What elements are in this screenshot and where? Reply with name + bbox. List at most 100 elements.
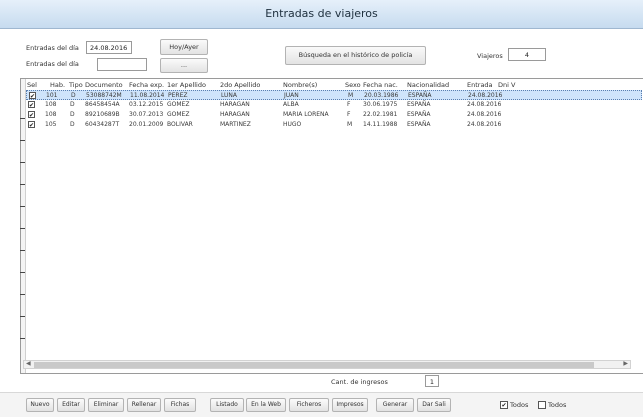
todos-checkbox-2[interactable] xyxy=(538,401,546,409)
cell-fecha-exp: 30.07.2013 xyxy=(129,111,164,118)
entradas-date-input[interactable]: 24.08.2016 xyxy=(86,41,132,54)
cell-fecha-nac: 14.11.1988 xyxy=(363,121,398,128)
cell-fecha-nac: 30.06.1975 xyxy=(363,101,398,108)
en-la-web-button[interactable]: En la Web xyxy=(246,398,286,412)
rellenar-button[interactable]: Rellenar xyxy=(127,398,161,412)
cell-nombre: HUGO xyxy=(283,121,302,128)
reservas-browse-button[interactable]: ... xyxy=(160,58,208,73)
todos-label-1: Todos xyxy=(510,401,529,409)
cell-hab: 108 xyxy=(45,111,57,118)
column-header-documento[interactable]: Documento xyxy=(85,81,123,89)
cell-apellido1: BOLIVAR xyxy=(167,121,193,128)
table-row[interactable]: ✔ 108 D 86458454A 03.12.2015 GOMEZ HARAG… xyxy=(26,100,642,110)
row-checkbox[interactable]: ✔ xyxy=(28,101,35,109)
viajeros-count-field[interactable]: 4 xyxy=(508,48,546,61)
column-header-sel[interactable]: Sel xyxy=(27,81,37,89)
cell-documento: 86458454A xyxy=(85,101,120,108)
cell-fecha-exp: 20.01.2009 xyxy=(129,121,164,128)
table-row[interactable]: ✔ 108 D 89210689B 30.07.2013 GOMEZ HARAG… xyxy=(26,110,642,120)
column-header-hab[interactable]: Hab. xyxy=(50,81,65,89)
fichas-button[interactable]: Fichas xyxy=(164,398,196,412)
cell-fecha-nac: 20.03.1986 xyxy=(364,92,399,99)
row-divider xyxy=(20,338,25,339)
cell-nombre: ALBA xyxy=(283,101,299,108)
cell-apellido1: GOMEZ xyxy=(167,101,190,108)
column-header-nombre[interactable]: Nombre(s) xyxy=(283,81,317,89)
row-checkbox[interactable]: ✔ xyxy=(28,121,35,129)
row-divider xyxy=(20,250,25,251)
nuevo-button[interactable]: Nuevo xyxy=(26,398,54,412)
table-row[interactable]: ✔ 105 D 60434287T 20.01.2009 BOLIVAR MAR… xyxy=(26,120,642,130)
cell-apellido1: GOMEZ xyxy=(167,111,190,118)
cell-sexo: M xyxy=(348,92,354,99)
window-title: Entradas de viajeros xyxy=(265,7,378,20)
table-row[interactable]: ✔ 101 D 53088742M 11.08.2014 PEREZ LUNA … xyxy=(26,90,642,100)
row-divider xyxy=(20,206,25,207)
historico-policia-button[interactable]: Búsqueda en el histórico de policía xyxy=(285,46,426,65)
cell-tipo: D xyxy=(70,111,75,118)
cell-nacionalidad: ESPAÑA xyxy=(407,121,431,128)
travelers-grid: Sel Hab. Tipo Documento Fecha exp. 1er A… xyxy=(20,78,643,374)
cell-tipo: D xyxy=(70,121,75,128)
cell-hab: 108 xyxy=(45,101,57,108)
cell-documento: 60434287T xyxy=(85,121,120,128)
cell-nacionalidad: ESPAÑA xyxy=(408,92,432,99)
column-header-sexo[interactable]: Sexo xyxy=(345,81,361,89)
column-header-nacionalidad[interactable]: Nacionalidad xyxy=(407,81,449,89)
cell-apellido1: PEREZ xyxy=(168,92,188,99)
cell-nacionalidad: ESPAÑA xyxy=(407,101,431,108)
reservas-input[interactable] xyxy=(97,58,147,71)
cell-documento: 53088742M xyxy=(86,92,122,99)
generar-button[interactable]: Generar xyxy=(376,398,414,412)
row-checkbox[interactable]: ✔ xyxy=(29,92,36,100)
cell-fecha-exp: 03.12.2015 xyxy=(129,101,164,108)
row-divider xyxy=(20,316,25,317)
cell-apellido2: MARTINEZ xyxy=(220,121,251,128)
column-header-apellido1[interactable]: 1er Apellido xyxy=(167,81,206,89)
column-header-fecha-nac[interactable]: Fecha nac. xyxy=(363,81,398,89)
row-divider xyxy=(20,118,25,119)
cell-nombre: JUAN xyxy=(284,92,299,99)
todos-label-2: Todos xyxy=(548,401,567,409)
scroll-right-icon[interactable]: ▶ xyxy=(623,360,628,367)
hoy-ayer-button[interactable]: Hoy/Ayer xyxy=(160,39,208,55)
row-divider xyxy=(20,294,25,295)
entradas-label: Entradas del día xyxy=(26,44,79,52)
cell-apellido2: LUNA xyxy=(221,92,238,99)
column-header-apellido2[interactable]: 2do Apellido xyxy=(220,81,260,89)
horizontal-scrollbar[interactable]: ◀ ▶ xyxy=(23,360,631,369)
column-header-entrada[interactable]: Entrada xyxy=(467,81,493,89)
reservas-label: Entradas del día xyxy=(26,60,79,68)
scroll-thumb[interactable] xyxy=(34,362,594,368)
cell-entrada: 24.08.2016 xyxy=(467,101,502,108)
cell-apellido2: HARAGAN xyxy=(220,101,250,108)
row-checkbox[interactable]: ✔ xyxy=(28,111,35,119)
scroll-left-icon[interactable]: ◀ xyxy=(26,360,31,367)
listado-button[interactable]: Listado xyxy=(210,398,244,412)
dar-salida-button[interactable]: Dar Sali xyxy=(417,398,451,412)
todos-checkbox-1[interactable]: ✔ xyxy=(500,401,508,409)
column-header-fecha-exp[interactable]: Fecha exp. xyxy=(129,81,164,89)
ficheros-button[interactable]: Ficheros xyxy=(289,398,329,412)
row-divider xyxy=(20,162,25,163)
column-header-tipo[interactable]: Tipo xyxy=(69,81,83,89)
impresos-button[interactable]: Impresos xyxy=(332,398,368,412)
cell-documento: 89210689B xyxy=(85,111,120,118)
row-divider xyxy=(20,272,25,273)
cell-entrada: 24.08.2016 xyxy=(467,121,502,128)
cell-hab: 105 xyxy=(45,121,57,128)
cell-fecha-nac: 22.02.1981 xyxy=(363,111,398,118)
cell-entrada: 24.08.2016 xyxy=(467,111,502,118)
viajeros-label: Viajeros xyxy=(477,52,503,60)
cell-hab: 101 xyxy=(46,92,58,99)
column-header-dni[interactable]: Dni V xyxy=(498,81,515,89)
cell-fecha-exp: 11.08.2014 xyxy=(130,92,165,99)
cell-entrada: 24.08.2016 xyxy=(468,92,503,99)
copias-input[interactable]: 1 xyxy=(425,375,439,387)
cell-tipo: D xyxy=(70,101,75,108)
editar-button[interactable]: Editar xyxy=(57,398,85,412)
cell-nacionalidad: ESPAÑA xyxy=(407,111,431,118)
row-divider xyxy=(20,140,25,141)
cell-sexo: F xyxy=(347,111,351,118)
eliminar-button[interactable]: Eliminar xyxy=(88,398,124,412)
